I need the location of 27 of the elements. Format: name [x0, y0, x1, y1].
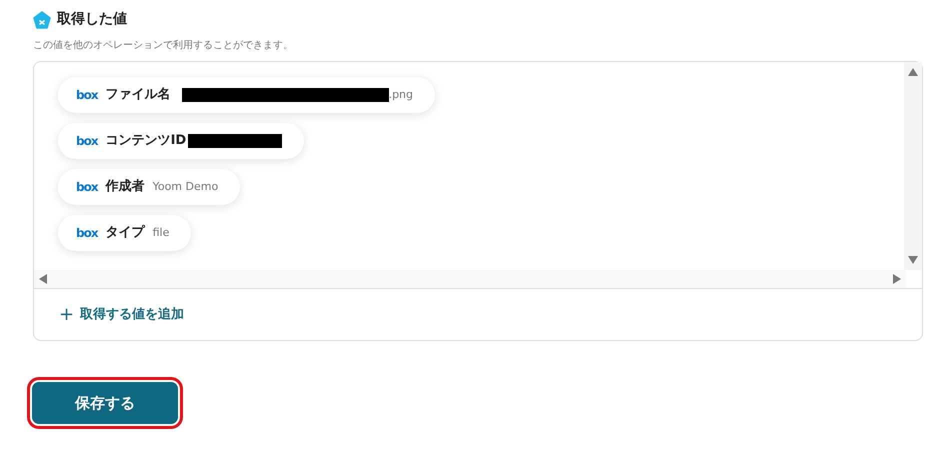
scroll-up-icon[interactable] [908, 68, 918, 76]
value-chip[interactable]: box ファイル名 .png [58, 77, 436, 113]
plus-icon: + [59, 306, 74, 324]
value-text: file [152, 224, 170, 241]
box-logo: box [76, 87, 98, 104]
value-chip[interactable]: box 作成者 Yoom Demo [58, 169, 240, 205]
box-logo: box [76, 133, 98, 150]
add-value-link[interactable]: + 取得する値を追加 [59, 305, 184, 324]
scroll-down-icon[interactable] [908, 256, 918, 264]
section-description: この値を他のオペレーションで利用することができます。 [33, 38, 294, 53]
section-title: 取得した値 [57, 10, 127, 29]
pentagon-icon [33, 10, 51, 28]
box-logo: box [76, 225, 98, 242]
value-text: .png [388, 86, 414, 103]
value-label: タイプ [106, 224, 145, 242]
value-chip[interactable]: box コンテンツID [58, 123, 304, 159]
scroll-right-icon[interactable] [893, 274, 901, 284]
scroll-left-icon[interactable] [39, 274, 47, 284]
save-button[interactable]: 保存する [32, 382, 178, 424]
box-logo: box [76, 179, 98, 196]
value-label: 作成者 [106, 178, 145, 196]
value-label: コンテンツID [106, 132, 186, 150]
value-label: ファイル名 [106, 86, 171, 104]
value-text: Yoom Demo [152, 178, 218, 195]
vertical-scrollbar[interactable] [904, 62, 922, 270]
value-chip[interactable]: box タイプ file [58, 215, 192, 251]
horizontal-scrollbar[interactable] [34, 270, 906, 288]
